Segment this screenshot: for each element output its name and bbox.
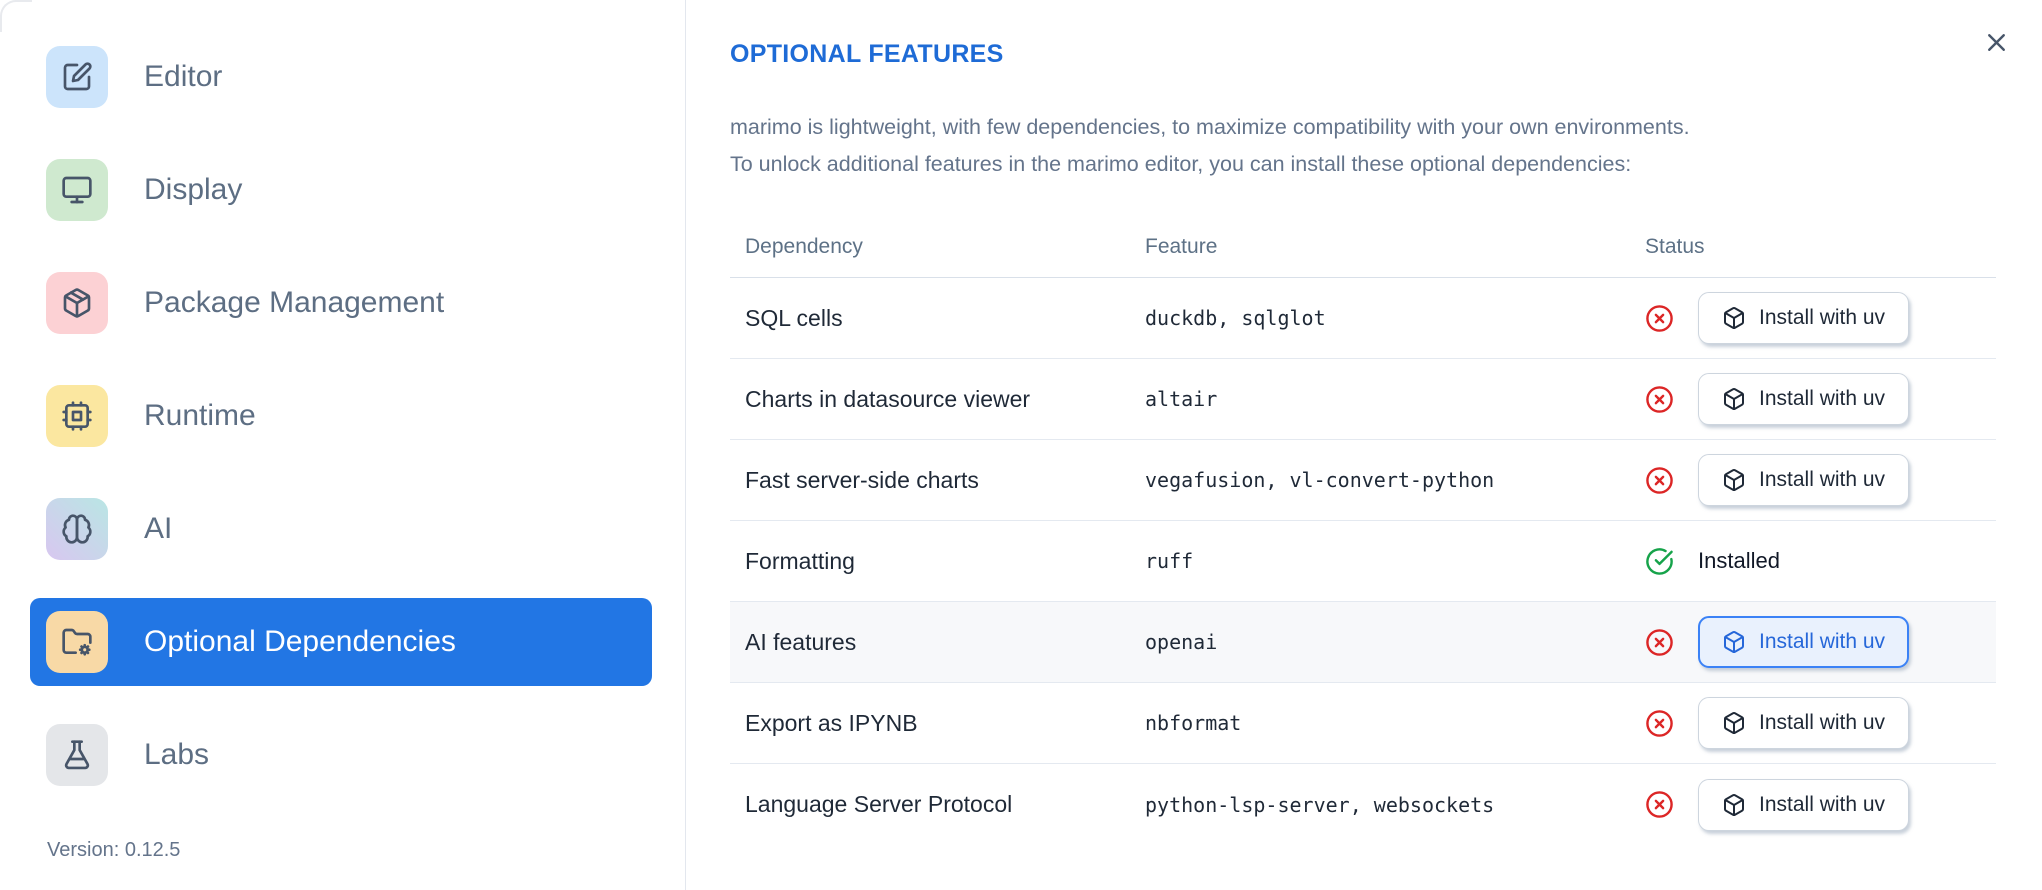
circle-check-icon	[1645, 547, 1674, 576]
close-button[interactable]	[1978, 24, 2014, 60]
column-header-dependency: Dependency	[745, 235, 863, 258]
feature-cell: nbformat	[1145, 711, 1242, 735]
sidebar-item-label: Package Management	[144, 286, 445, 319]
install-with-uv-button[interactable]: Install with uv	[1698, 292, 1910, 344]
column-header-feature: Feature	[1145, 235, 1218, 258]
circle-x-icon	[1645, 709, 1674, 738]
sidebar-item-editor[interactable]: Editor	[30, 33, 652, 121]
box-icon	[1722, 793, 1746, 817]
page-title: OPTIONAL FEATURES	[730, 40, 1004, 68]
status-cell: Installed	[1645, 547, 1996, 576]
circle-x-icon	[1645, 385, 1674, 414]
feature-cell: python-lsp-server, websockets	[1145, 792, 1495, 817]
table-row: Language Server Protocol python-lsp-serv…	[730, 764, 1996, 845]
status-cell: Install with uv	[1645, 778, 1996, 831]
install-button-label: Install with uv	[1759, 792, 1886, 816]
sidebar-item-optional-dependencies[interactable]: Optional Dependencies	[30, 598, 652, 686]
box-icon	[1722, 630, 1746, 654]
status-cell: Install with uv	[1645, 454, 1996, 506]
intro-line-2: To unlock additional features in the mar…	[730, 152, 1632, 176]
feature-cell: openai	[1145, 630, 1218, 654]
version-label: Version: 0.12.5	[47, 839, 181, 861]
intro-line-1: marimo is lightweight, with few dependen…	[730, 115, 1690, 139]
installed-status-label: Installed	[1698, 548, 1780, 573]
table-header-row: Dependency Feature Status	[730, 219, 1996, 278]
table-row: Formatting ruff Installed	[730, 521, 1996, 602]
sidebar-item-label: Editor	[144, 60, 223, 93]
dependency-cell: AI features	[745, 628, 857, 655]
dependency-cell: Charts in datasource viewer	[745, 385, 1031, 412]
table-row: Charts in datasource viewer altair Insta…	[730, 359, 1996, 440]
sidebar: Editor Display Package Management Runtim…	[0, 0, 686, 890]
settings-dialog: Editor Display Package Management Runtim…	[0, 0, 2042, 890]
dependency-cell: Export as IPYNB	[745, 709, 918, 736]
column-header-status: Status	[1645, 235, 1705, 258]
circle-x-icon	[1645, 790, 1674, 819]
dependencies-table: Dependency Feature Status SQL cells duck…	[730, 219, 1996, 845]
sidebar-item-labs[interactable]: Labs	[30, 711, 652, 799]
box-icon	[1722, 711, 1746, 735]
box-icon	[1722, 306, 1746, 330]
sidebar-item-ai[interactable]: AI	[30, 485, 652, 573]
optional-features-panel: OPTIONAL FEATURES marimo is lightweight,…	[686, 0, 2042, 890]
box-icon	[1722, 468, 1746, 492]
install-with-uv-button[interactable]: Install with uv	[1698, 454, 1910, 506]
table-row: SQL cells duckdb, sqlglot Install with u…	[730, 278, 1996, 359]
table-body: SQL cells duckdb, sqlglot Install with u…	[730, 278, 1996, 845]
dependency-cell: Fast server-side charts	[745, 466, 979, 493]
sidebar-item-label: Optional Dependencies	[144, 625, 456, 658]
install-button-label: Install with uv	[1759, 468, 1886, 491]
table-row: Fast server-side charts vegafusion, vl-c…	[730, 440, 1996, 521]
install-with-uv-button[interactable]: Install with uv	[1698, 697, 1910, 749]
dependency-cell: Formatting	[745, 547, 855, 574]
status-cell: Install with uv	[1645, 373, 1996, 425]
sidebar-item-runtime[interactable]: Runtime	[30, 372, 652, 460]
sidebar-nav: Editor Display Package Management Runtim…	[0, 33, 685, 799]
sidebar-item-display[interactable]: Display	[30, 146, 652, 234]
sidebar-item-label: Display	[144, 173, 243, 206]
install-button-label: Install with uv	[1759, 711, 1886, 734]
folder-cog-icon	[46, 611, 108, 673]
monitor-icon	[46, 159, 108, 221]
sidebar-item-label: Runtime	[144, 399, 256, 432]
intro-text: marimo is lightweight, with few dependen…	[730, 109, 1996, 183]
feature-cell: altair	[1145, 387, 1218, 411]
status-cell: Install with uv	[1645, 292, 1996, 344]
install-button-label: Install with uv	[1759, 306, 1886, 329]
status-cell: Install with uv	[1645, 697, 1996, 749]
edit-icon	[46, 46, 108, 108]
status-cell: Install with uv	[1645, 616, 1996, 668]
box-icon	[1722, 387, 1746, 411]
feature-cell: vegafusion, vl-convert-python	[1145, 468, 1495, 492]
circle-x-icon	[1645, 304, 1674, 333]
close-icon	[1982, 28, 2011, 57]
package-icon	[46, 272, 108, 334]
table-row: Export as IPYNB nbformat Install with uv	[730, 683, 1996, 764]
install-with-uv-button[interactable]: Install with uv	[1698, 778, 1910, 831]
install-button-label: Install with uv	[1759, 387, 1886, 410]
feature-cell: duckdb, sqlglot	[1145, 306, 1326, 330]
sidebar-item-label: AI	[144, 512, 173, 545]
circle-x-icon	[1645, 466, 1674, 495]
dependency-cell: SQL cells	[745, 304, 843, 331]
cpu-icon	[46, 385, 108, 447]
sidebar-item-package-management[interactable]: Package Management	[30, 259, 652, 347]
feature-cell: ruff	[1145, 549, 1194, 573]
circle-x-icon	[1645, 628, 1674, 657]
sidebar-item-label: Labs	[144, 738, 210, 771]
dependency-cell: Language Server Protocol	[745, 791, 1013, 817]
install-with-uv-button[interactable]: Install with uv	[1698, 616, 1910, 668]
flask-icon	[46, 724, 108, 786]
table-row: AI features openai Install with uv	[730, 602, 1996, 683]
install-button-label: Install with uv	[1759, 630, 1886, 653]
install-with-uv-button[interactable]: Install with uv	[1698, 373, 1910, 425]
brain-icon	[46, 498, 108, 560]
